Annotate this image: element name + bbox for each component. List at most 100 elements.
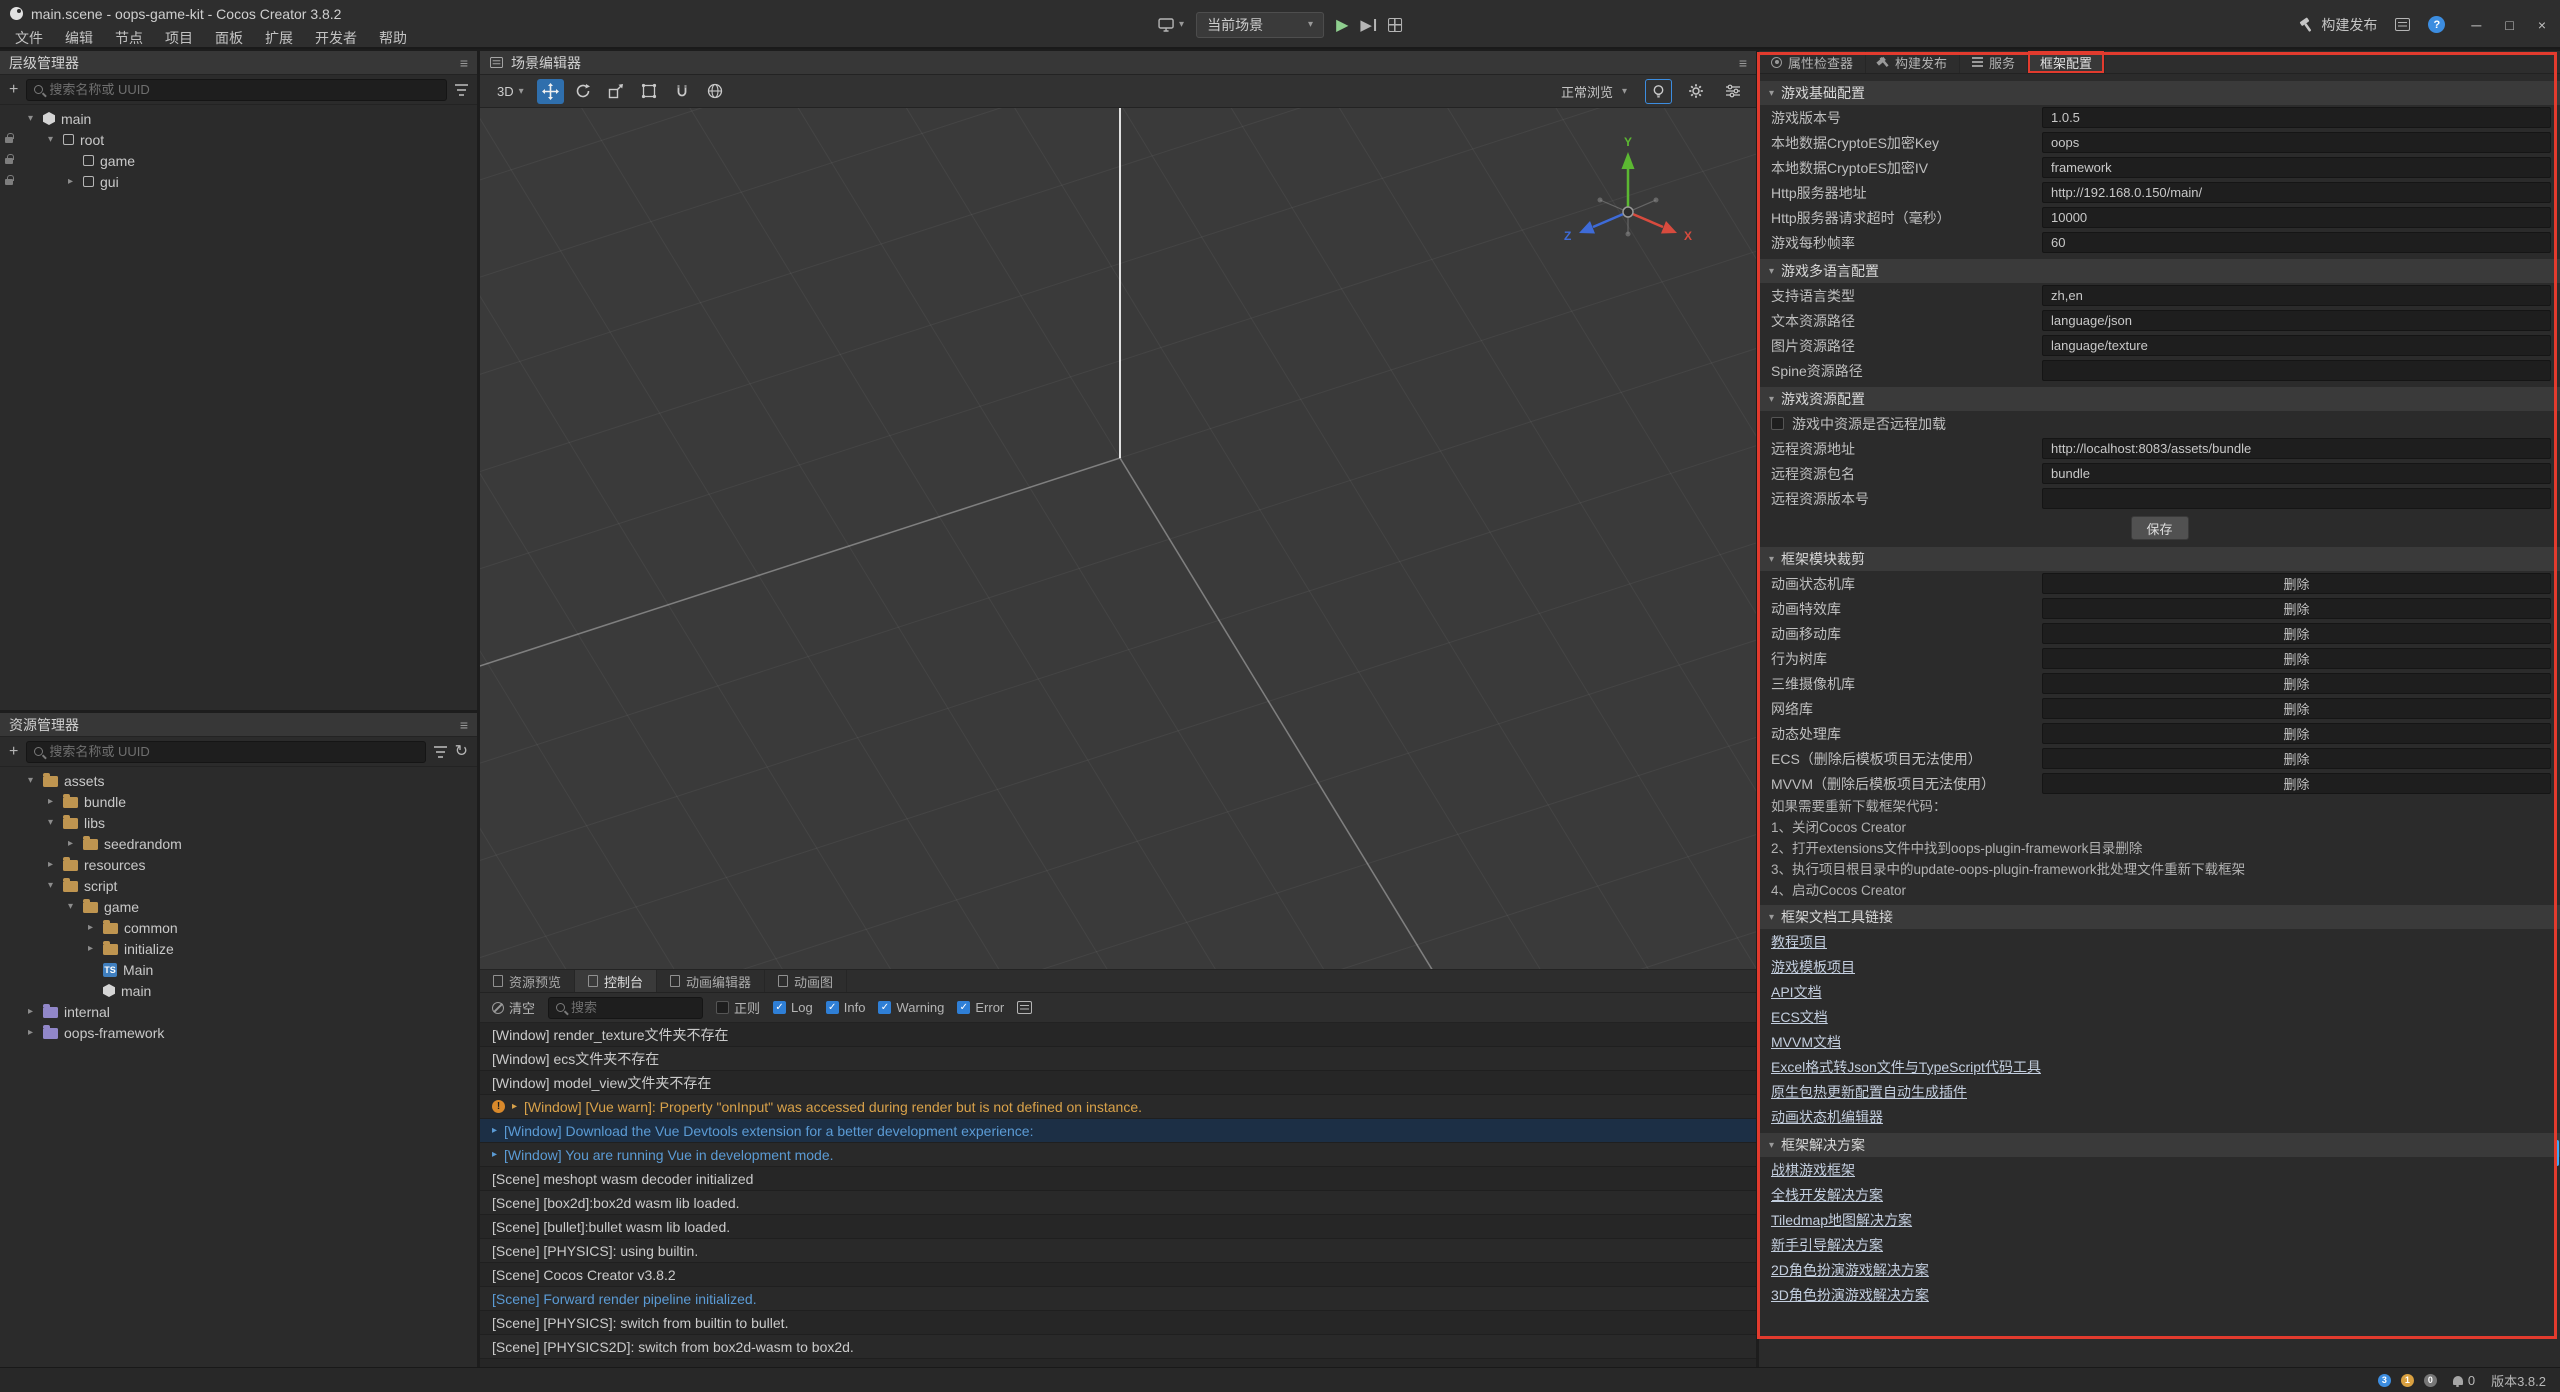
tree-node[interactable]: ▾assets (0, 770, 477, 791)
log-filter-checkbox[interactable]: ✓Info (826, 1000, 866, 1015)
tree-node[interactable]: ▾game (0, 896, 477, 917)
tree-node[interactable]: TSMain (0, 959, 477, 980)
log-expander-icon[interactable]: ▸ (492, 1149, 497, 1160)
chevron-down-icon[interactable]: ▾ (44, 134, 57, 145)
module-delete-button[interactable]: 删除 (2042, 673, 2551, 694)
doc-link[interactable]: 2D角色扮演游戏解决方案 (1771, 1260, 1929, 1280)
chevron-down-icon[interactable]: ▾ (64, 901, 77, 912)
log-row[interactable]: !▸[Window] [Vue warn]: Property "onInput… (480, 1095, 1756, 1119)
add-asset-button[interactable]: + (9, 744, 18, 760)
doc-link[interactable]: 原生包热更新配置自动生成插件 (1771, 1082, 1967, 1102)
move-tool-button[interactable] (537, 79, 564, 104)
scene-select[interactable]: 当前场景 ▾ (1196, 12, 1324, 38)
chevron-right-icon[interactable]: ▸ (64, 838, 77, 849)
lock-icon[interactable] (5, 158, 13, 164)
module-delete-button[interactable]: 删除 (2042, 698, 2551, 719)
tree-node[interactable]: ▸bundle (0, 791, 477, 812)
doc-link[interactable]: MVVM文档 (1771, 1032, 1841, 1052)
maximize-button[interactable]: □ (2505, 17, 2513, 33)
tree-node[interactable]: ▸oops-framework (0, 1022, 477, 1043)
tree-node[interactable]: ▸internal (0, 1001, 477, 1022)
tree-node[interactable]: ▸resources (0, 854, 477, 875)
projection-3d-button[interactable]: 3D▾ (490, 81, 531, 102)
build-publish-button[interactable]: 构建发布 (2299, 15, 2377, 35)
tree-node[interactable]: ▸initialize (0, 938, 477, 959)
doc-link[interactable]: 战棋游戏框架 (1771, 1160, 1855, 1180)
log-filter-checkbox[interactable]: ✓Warning (878, 1000, 944, 1015)
menu-item[interactable]: 开发者 (304, 28, 368, 48)
tree-node[interactable]: ▸seedrandom (0, 833, 477, 854)
section-header[interactable]: ▾游戏多语言配置 (1759, 259, 2560, 283)
help-button[interactable]: ? (2428, 16, 2445, 33)
config-input[interactable] (2042, 335, 2551, 356)
hamburger-menu-icon[interactable]: ≡ (1739, 55, 1747, 71)
save-button[interactable]: 保存 (2131, 516, 2189, 540)
console-tab[interactable]: 控制台 (575, 970, 657, 992)
section-header[interactable]: ▾框架解决方案 (1759, 1133, 2560, 1157)
menu-item[interactable]: 帮助 (368, 28, 418, 48)
chevron-right-icon[interactable]: ▸ (44, 859, 57, 870)
section-header[interactable]: ▾游戏资源配置 (1759, 387, 2560, 411)
menu-item[interactable]: 节点 (104, 28, 154, 48)
log-filter-checkbox[interactable]: ✓Log (773, 1000, 813, 1015)
view-mode-select[interactable]: 正常浏览 ▾ (1553, 79, 1635, 104)
tree-node[interactable]: ▾script (0, 875, 477, 896)
console-tab[interactable]: 动画图 (765, 970, 847, 992)
section-header[interactable]: ▾游戏基础配置 (1759, 81, 2560, 105)
play-button[interactable]: ▶ (1336, 15, 1348, 35)
lock-icon[interactable] (5, 179, 13, 185)
menu-item[interactable]: 扩展 (254, 28, 304, 48)
rect-tool-button[interactable] (636, 79, 663, 104)
console-search-input[interactable] (571, 1000, 695, 1015)
config-input[interactable] (2042, 463, 2551, 484)
log-row[interactable]: [Scene] Cocos Creator v3.8.2 (480, 1263, 1756, 1287)
tree-node[interactable]: ▾root (0, 129, 477, 150)
log-row[interactable]: [Window] model_view文件夹不存在 (480, 1071, 1756, 1095)
lock-icon[interactable] (5, 137, 13, 143)
chevron-right-icon[interactable]: ▸ (64, 176, 77, 187)
scene-viewport[interactable]: Y X Z (480, 108, 1756, 969)
inspector-tab[interactable]: 框架配置 (2028, 51, 2105, 73)
log-row[interactable]: [Scene] [PHYSICS]: switch from builtin t… (480, 1311, 1756, 1335)
config-input[interactable] (2042, 488, 2551, 509)
filter-icon[interactable] (455, 84, 468, 96)
log-row[interactable]: [Window] ecs文件夹不存在 (480, 1047, 1756, 1071)
module-delete-button[interactable]: 删除 (2042, 573, 2551, 594)
log-row[interactable]: [Scene] [PHYSICS]: using builtin. (480, 1239, 1756, 1263)
config-input[interactable] (2042, 232, 2551, 253)
section-header[interactable]: ▾框架文档工具链接 (1759, 905, 2560, 929)
log-row[interactable]: [Scene] [bullet]:bullet wasm lib loaded. (480, 1215, 1756, 1239)
log-row[interactable]: [Window] render_texture文件夹不存在 (480, 1023, 1756, 1047)
console-tab[interactable]: 动画编辑器 (657, 970, 765, 992)
minimize-button[interactable]: ─ (2471, 17, 2481, 33)
doc-link[interactable]: 3D角色扮演游戏解决方案 (1771, 1285, 1929, 1305)
close-button[interactable]: × (2538, 17, 2546, 33)
menu-item[interactable]: 项目 (154, 28, 204, 48)
log-row[interactable]: ▸[Window] Download the Vue Devtools exte… (480, 1119, 1756, 1143)
module-delete-button[interactable]: 删除 (2042, 623, 2551, 644)
chevron-right-icon[interactable]: ▸ (24, 1027, 37, 1038)
module-delete-button[interactable]: 删除 (2042, 648, 2551, 669)
add-node-button[interactable]: + (9, 82, 18, 98)
refresh-icon[interactable]: ↻ (455, 744, 468, 760)
doc-link[interactable]: 新手引导解决方案 (1771, 1235, 1883, 1255)
console-search[interactable] (548, 997, 703, 1019)
log-row[interactable]: [Scene] [PHYSICS2D]: switch from box2d-w… (480, 1335, 1756, 1359)
chevron-down-icon[interactable]: ▾ (24, 113, 37, 124)
config-input[interactable] (2042, 107, 2551, 128)
checkbox-icon[interactable] (1771, 417, 1784, 430)
chevron-down-icon[interactable]: ▾ (24, 775, 37, 786)
doc-link[interactable]: 动画状态机编辑器 (1771, 1107, 1883, 1127)
chevron-down-icon[interactable]: ▾ (44, 817, 57, 828)
tree-node[interactable]: ▾libs (0, 812, 477, 833)
filter-icon[interactable] (434, 746, 447, 758)
scale-tool-button[interactable] (603, 79, 630, 104)
config-input[interactable] (2042, 207, 2551, 228)
module-delete-button[interactable]: 删除 (2042, 748, 2551, 769)
step-button[interactable]: ▶ (1360, 16, 1376, 34)
assets-search[interactable] (26, 741, 425, 763)
tree-node[interactable]: game (0, 150, 477, 171)
rotate-tool-button[interactable] (570, 79, 597, 104)
hamburger-menu-icon[interactable]: ≡ (460, 717, 468, 733)
config-input[interactable] (2042, 310, 2551, 331)
